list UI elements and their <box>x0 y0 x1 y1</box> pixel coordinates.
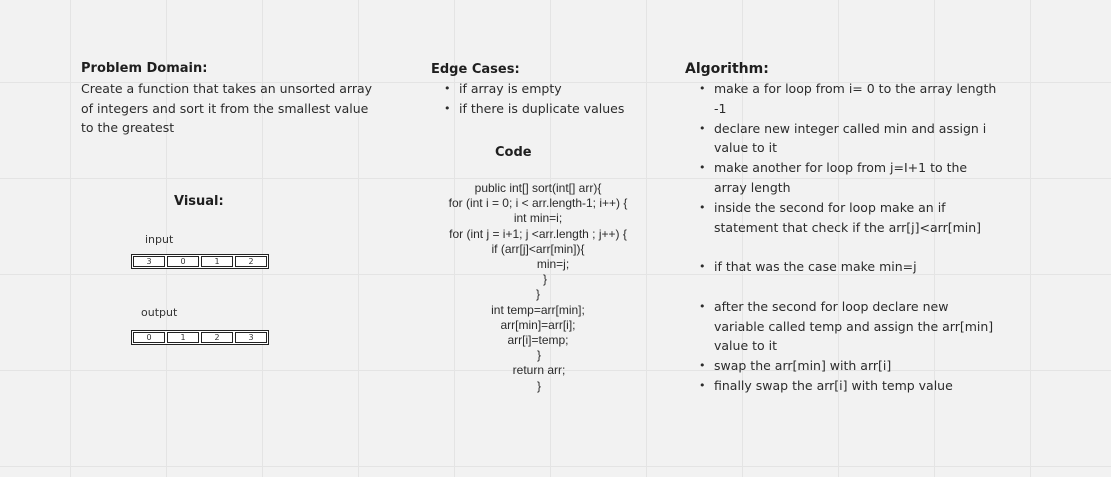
algorithm-step: make a for loop from i= 0 to the array l… <box>699 79 999 119</box>
code-line: } <box>536 348 541 363</box>
array-cell: 1 <box>167 332 199 343</box>
visual-heading: Visual: <box>174 194 224 209</box>
algorithm-list: make a for loop from i= 0 to the array l… <box>699 79 999 396</box>
edge-cases-heading: Edge Cases: <box>431 62 520 77</box>
input-array: 3 0 1 2 <box>131 254 269 269</box>
code-line: return arr; <box>512 363 566 378</box>
algorithm-heading: Algorithm: <box>685 61 769 77</box>
output-array: 0 1 2 3 <box>131 330 269 345</box>
algorithm-step: finally swap the arr[i] with temp value <box>699 376 999 396</box>
edge-case-item: if there is duplicate values <box>444 99 664 119</box>
problem-domain-heading: Problem Domain: <box>81 61 208 76</box>
code-line: for (int j = i+1; j <arr.length ; j++) { <box>449 226 627 241</box>
code-line: } <box>542 272 547 287</box>
problem-domain-text: Create a function that takes an unsorted… <box>81 79 411 138</box>
code-heading: Code <box>495 145 532 160</box>
code-line: } <box>535 287 540 302</box>
problem-line: to the greatest <box>81 120 175 135</box>
input-label: input <box>145 233 174 246</box>
array-cell: 3 <box>133 256 165 267</box>
array-cell: 0 <box>167 256 199 267</box>
problem-line: of integers and sort it from the smalles… <box>81 100 369 116</box>
algorithm-step: after the second for loop declare new va… <box>699 297 999 356</box>
code-line: } <box>536 378 541 393</box>
output-label: output <box>141 306 178 319</box>
array-cell: 3 <box>235 332 267 343</box>
edge-case-item: if array is empty <box>444 79 664 99</box>
algorithm-step: if that was the case make min=j <box>699 257 999 277</box>
array-cell: 1 <box>201 256 233 267</box>
code-line: min=j; <box>536 257 570 272</box>
array-cell: 0 <box>133 332 165 343</box>
algorithm-step: make another for loop from j=I+1 to the … <box>699 158 999 198</box>
algorithm-step: declare new integer called min and assig… <box>699 119 999 159</box>
algorithm-step: swap the arr[min] with arr[i] <box>699 356 999 376</box>
array-cell: 2 <box>201 332 233 343</box>
algorithm-step: inside the second for loop make an if st… <box>699 198 999 238</box>
code-line: public int[] sort(int[] arr){ <box>474 181 602 195</box>
code-line: int temp=arr[min]; <box>491 302 585 317</box>
code-line: arr[i]=temp; <box>507 333 569 348</box>
code-line: arr[min]=arr[i]; <box>500 317 576 332</box>
code-line: for (int i = 0; i < arr.length-1; i++) { <box>448 196 628 211</box>
code-line: if (arr[j]<arr[min]){ <box>491 241 585 256</box>
code-line: int min=i; <box>513 211 563 226</box>
problem-line: Create a function that takes an unsorted… <box>81 81 373 96</box>
array-cell: 2 <box>235 256 267 267</box>
code-block: public int[] sort(int[] arr){ for (int i… <box>380 181 696 394</box>
edge-cases-list: if array is empty if there is duplicate … <box>444 79 664 119</box>
